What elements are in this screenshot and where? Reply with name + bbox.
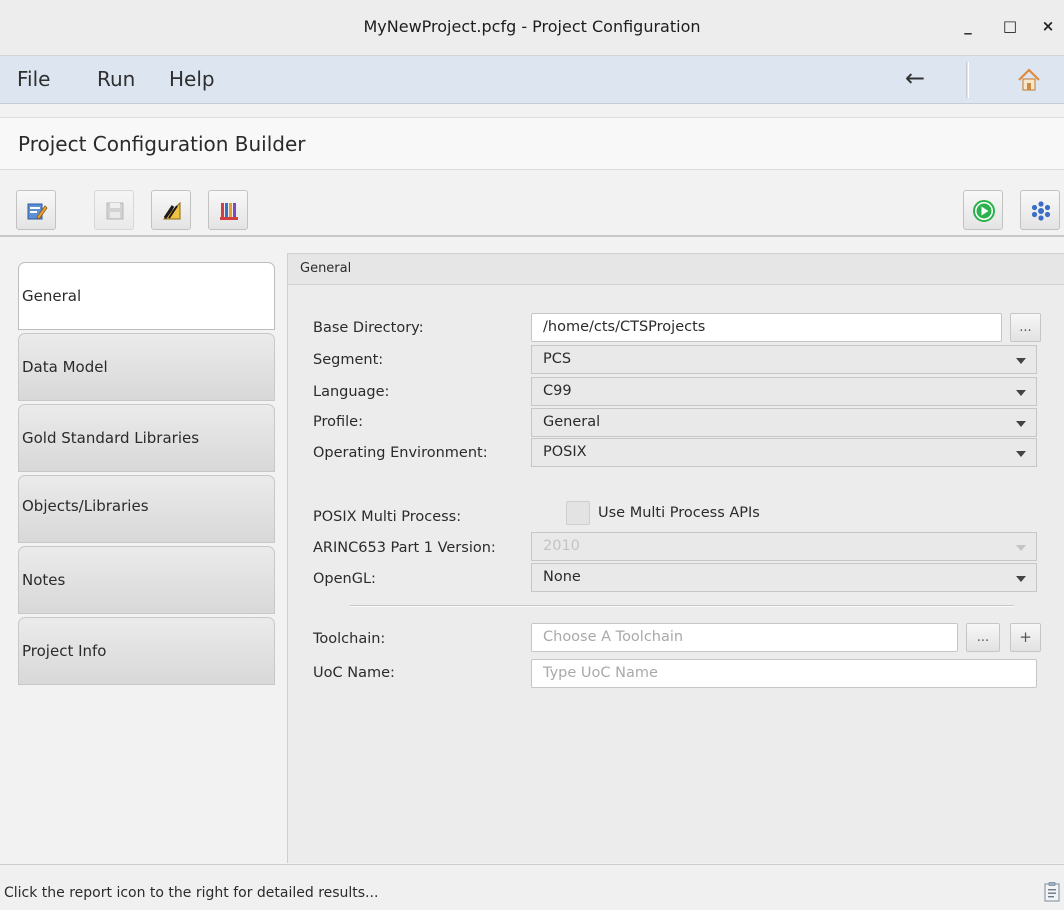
uoc-name-placeholder: Type UoC Name [543,665,658,681]
settings-button[interactable] [1020,190,1060,230]
save-button[interactable] [94,190,134,230]
language-select[interactable]: C99 [531,377,1037,406]
toolbar [0,185,1064,237]
page-title: Project Configuration Builder [18,132,306,156]
back-arrow-icon[interactable]: ← [905,64,925,92]
run-button[interactable] [963,190,1003,230]
tab-general[interactable]: General [18,262,275,330]
tab-project-info[interactable]: Project Info [18,617,275,685]
tab-objects-libraries-label: Objects/Libraries [22,497,149,515]
menu-separator [966,62,969,98]
base-directory-label: Base Directory: [313,320,424,336]
ruler-icon [162,201,181,220]
window-title: MyNewProject.pcfg - Project Configuratio… [363,17,701,36]
toolchain-input[interactable]: Choose A Toolchain [531,623,958,652]
status-bar: Click the report icon to the right for d… [0,864,1064,910]
toolchain-placeholder: Choose A Toolchain [543,629,684,645]
edit-button[interactable] [16,190,56,230]
tab-notes[interactable]: Notes [18,546,275,614]
minimize-button[interactable]: _ [956,14,980,38]
tab-general-label: General [22,287,82,305]
ruler-button[interactable] [151,190,191,230]
base-directory-input[interactable]: /home/cts/CTSProjects [531,313,1002,342]
operating-environment-value: POSIX [543,444,587,460]
tab-gold-standard-libraries[interactable]: Gold Standard Libraries [18,404,275,472]
profile-select[interactable]: General [531,408,1037,437]
tab-gold-standard-libraries-label: Gold Standard Libraries [22,429,200,447]
save-icon [106,202,124,220]
segment-label: Segment: [313,352,384,368]
window-titlebar: MyNewProject.pcfg - Project Configuratio… [0,0,1064,56]
uoc-name-input[interactable]: Type UoC Name [531,659,1037,688]
menu-help[interactable]: Help [169,67,215,91]
books-icon [220,203,238,220]
segment-value: PCS [543,351,572,367]
close-button[interactable]: × [1036,14,1060,38]
chevron-down-icon [1016,451,1026,457]
libraries-button[interactable] [208,190,248,230]
chevron-down-icon [1016,390,1026,396]
general-panel: General Base Directory: /home/cts/CTSPro… [287,253,1064,863]
base-directory-browse-button[interactable]: ... [1010,313,1041,342]
status-message: Click the report icon to the right for d… [4,885,379,901]
posix-multi-process-label: POSIX Multi Process: [313,509,462,525]
report-icon[interactable] [1044,882,1060,902]
multi-process-checkbox-label[interactable]: Use Multi Process APIs [598,505,760,521]
tab-notes-label: Notes [22,571,66,589]
operating-environment-select[interactable]: POSIX [531,438,1037,467]
arinc653-select: 2010 [531,532,1037,561]
multi-process-checkbox[interactable] [566,501,590,525]
profile-label: Profile: [313,414,363,430]
add-toolchain-button[interactable]: + [1010,623,1041,652]
toolchain-browse-button[interactable]: ... [966,623,1000,652]
uoc-name-label: UoC Name: [313,665,395,681]
opengl-label: OpenGL: [313,571,376,587]
panel-header: General [288,253,1064,285]
tab-data-model[interactable]: Data Model [18,333,275,401]
tab-project-info-label: Project Info [22,642,107,660]
opengl-select[interactable]: None [531,563,1037,592]
menu-bar: File Run Help ← [0,56,1064,104]
language-label: Language: [313,384,390,400]
arinc653-value: 2010 [543,538,580,554]
edit-icon [27,203,48,220]
tab-data-model-label: Data Model [22,358,108,376]
toolchain-label: Toolchain: [313,631,386,647]
arinc653-label: ARINC653 Part 1 Version: [313,540,496,556]
menu-file[interactable]: File [17,67,50,91]
chevron-down-icon [1016,421,1026,427]
run-icon [973,200,995,222]
chevron-down-icon [1016,545,1026,551]
opengl-value: None [543,569,581,585]
segment-select[interactable]: PCS [531,345,1037,374]
operating-environment-label: Operating Environment: [313,445,488,461]
panel-title: General [300,261,352,276]
chevron-down-icon [1016,576,1026,582]
settings-icon [1031,201,1051,221]
profile-value: General [543,414,601,430]
page-heading: Project Configuration Builder [0,117,1064,170]
language-value: C99 [543,383,572,399]
menu-run[interactable]: Run [97,67,135,91]
tab-objects-libraries[interactable]: Objects/Libraries [18,475,275,543]
maximize-button[interactable]: □ [998,14,1022,38]
home-icon[interactable] [1015,66,1043,94]
section-divider [350,605,1014,607]
chevron-down-icon [1016,358,1026,364]
